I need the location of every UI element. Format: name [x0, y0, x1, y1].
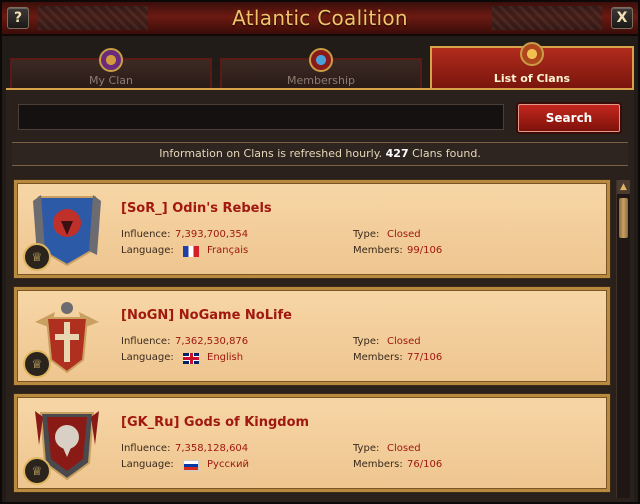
- influence-label: Influence:: [121, 336, 171, 347]
- clan-name[interactable]: [SoR_] Odin's Rebels: [121, 201, 272, 216]
- language-text: English: [207, 352, 244, 363]
- type-value: Closed: [387, 443, 421, 454]
- type-value: Closed: [387, 336, 421, 347]
- type-label: Type:: [353, 336, 380, 347]
- flag-ru-icon: [183, 460, 199, 471]
- scroll-thumb[interactable]: [619, 198, 628, 238]
- tab-membership[interactable]: Membership: [220, 48, 422, 88]
- language-label: Language:: [121, 245, 174, 256]
- close-button[interactable]: X: [611, 7, 633, 29]
- language-value: English: [183, 352, 273, 366]
- language-value: Русский: [183, 459, 273, 473]
- influence-value: 7,393,700,354: [175, 229, 249, 240]
- membership-banner-icon: [309, 48, 333, 72]
- flag-gb-icon: [183, 353, 199, 364]
- clan-list-icon: [520, 42, 544, 66]
- members-label: Members:: [353, 459, 403, 470]
- clan-list-panel: Search Information on Clans is refreshed…: [6, 88, 634, 502]
- tab-list-of-clans[interactable]: List of Clans: [430, 42, 634, 88]
- influence-label: Influence:: [121, 443, 171, 454]
- influence-value: 7,362,530,876: [175, 336, 249, 347]
- members-label: Members:: [353, 245, 403, 256]
- clan-name[interactable]: [NoGN] NoGame NoLife: [121, 308, 292, 323]
- scrollbar[interactable]: ▲: [616, 180, 630, 498]
- tab-label: My Clan: [89, 74, 133, 87]
- members-value: 99/106: [407, 245, 443, 256]
- info-bar: Information on Clans is refreshed hourly…: [12, 142, 628, 166]
- title-bar: ? Atlantic Coalition X: [2, 2, 638, 36]
- info-text: Information on Clans is refreshed hourly…: [159, 147, 383, 160]
- tab-label: Membership: [287, 74, 355, 87]
- tab-my-clan[interactable]: My Clan: [10, 48, 212, 88]
- rank-badge-icon: ♕: [23, 350, 51, 378]
- clan-shield-icon: [99, 48, 123, 72]
- search-button[interactable]: Search: [518, 104, 620, 132]
- type-value: Closed: [387, 229, 421, 240]
- influence-label: Influence:: [121, 229, 171, 240]
- clan-card[interactable]: ♕ [NoGN] NoGame NoLife Influence: 7,362,…: [14, 287, 610, 385]
- clan-window: ? Atlantic Coalition X My Clan Membershi…: [0, 0, 640, 504]
- info-suffix: Clans found.: [412, 147, 481, 160]
- type-label: Type:: [353, 443, 380, 454]
- rank-badge-icon: ♕: [23, 457, 51, 485]
- rank-badge-icon: ♕: [23, 243, 51, 271]
- clan-count: 427: [385, 147, 409, 160]
- clan-name[interactable]: [GK_Ru] Gods of Kingdom: [121, 415, 309, 430]
- language-text: Français: [207, 245, 249, 256]
- influence-value: 7,358,128,604: [175, 443, 249, 454]
- language-label: Language:: [121, 352, 174, 363]
- language-value: Français: [183, 245, 273, 259]
- search-input[interactable]: [18, 104, 504, 130]
- members-value: 77/106: [407, 352, 443, 363]
- language-text: Русский: [207, 459, 249, 470]
- tab-label: List of Clans: [493, 72, 571, 85]
- window-title: Atlantic Coalition: [232, 6, 408, 30]
- flag-fr-icon: [183, 246, 199, 257]
- clan-card[interactable]: ♕ [SoR_] Odin's Rebels Influence: 7,393,…: [14, 180, 610, 278]
- type-label: Type:: [353, 229, 380, 240]
- clan-card[interactable]: ♕ [GK_Ru] Gods of Kingdom Influence: 7,3…: [14, 394, 610, 492]
- members-label: Members:: [353, 352, 403, 363]
- members-value: 76/106: [407, 459, 443, 470]
- language-label: Language:: [121, 459, 174, 470]
- scroll-up-icon[interactable]: ▲: [617, 180, 630, 194]
